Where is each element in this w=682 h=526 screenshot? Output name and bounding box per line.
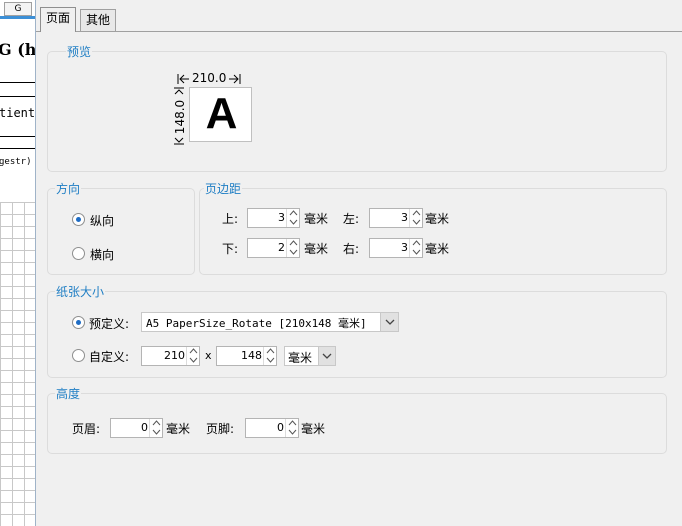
tab-other[interactable]: 其他 [80, 9, 117, 31]
portrait-label[interactable]: 纵向 [90, 212, 114, 229]
margin-left-value[interactable]: 3 [401, 211, 408, 224]
times-sign: x [205, 349, 212, 362]
background-title: G (ho [0, 40, 36, 59]
margins-group: 页边距 上: 3 毫米 左: 3 毫米 下: 2 毫米 右: 3 毫米 [199, 180, 667, 275]
tab-strip: 页面 其他 [36, 0, 682, 32]
chevron-down-icon[interactable] [385, 319, 395, 326]
spin-up-icon[interactable] [289, 239, 298, 247]
spin-up-icon[interactable] [189, 347, 198, 355]
height-group: 高度 页眉: 0 毫米 页脚: 0 毫米 [47, 385, 667, 454]
spinner-arrows[interactable] [286, 209, 299, 227]
spin-up-icon[interactable] [288, 419, 297, 427]
orientation-title: 方向 [55, 180, 82, 197]
spin-down-icon[interactable] [289, 248, 298, 256]
margin-top-spinner[interactable]: 3 [247, 208, 300, 228]
preview-group: 预览 210.0 148.0 A [47, 43, 667, 172]
paper-size-group: 纸张大小 预定义: A5 PaperSize_Rotate [210x148 毫… [47, 283, 667, 378]
margin-bottom-unit: 毫米 [304, 242, 329, 256]
tab-page[interactable]: 页面 [40, 7, 77, 32]
background-small-text: gestr) [0, 157, 32, 167]
margin-bottom-spinner[interactable]: 2 [247, 238, 300, 258]
header-unit: 毫米 [166, 422, 191, 436]
header-height-value[interactable]: 0 [141, 421, 148, 434]
orientation-group: 方向 纵向 横向 [47, 180, 195, 275]
background-accent-bar [0, 16, 35, 19]
background-rule [0, 136, 35, 137]
page-preview: A [189, 87, 252, 142]
unit-value[interactable]: 毫米 [288, 349, 312, 366]
spinner-arrows[interactable] [409, 239, 422, 257]
spin-up-icon[interactable] [289, 209, 298, 217]
margin-left-label: 左: [343, 212, 360, 226]
margin-right-label: 右: [343, 242, 360, 256]
portrait-radio[interactable] [72, 213, 85, 226]
preview-letter: A [205, 89, 238, 138]
margins-title: 页边距 [204, 180, 243, 197]
spin-up-icon[interactable] [152, 419, 161, 427]
unit-select[interactable]: 毫米 [284, 346, 336, 366]
background-rule [0, 148, 35, 149]
spin-down-icon[interactable] [288, 428, 297, 436]
background-rule [0, 82, 35, 83]
margin-left-spinner[interactable]: 3 [369, 208, 423, 228]
page-settings-panel: 预览 210.0 148.0 A 方向 纵向 横向 页边距 上: 3 毫米 左:… [36, 31, 682, 526]
landscape-label[interactable]: 横向 [90, 246, 114, 263]
margin-right-unit: 毫米 [425, 242, 450, 256]
background-document: G G (ho tient gestr) [0, 0, 36, 526]
margin-top-label: 上: [222, 212, 239, 226]
spin-down-icon[interactable] [412, 248, 421, 256]
chevron-down-icon[interactable] [322, 353, 332, 360]
width-label: 210.0 [192, 71, 227, 85]
spinner-arrows[interactable] [186, 347, 199, 365]
margin-top-value[interactable]: 3 [278, 211, 285, 224]
dropdown-button[interactable] [380, 313, 398, 331]
preset-paper-select[interactable]: A5 PaperSize_Rotate [210x148 毫米] [141, 312, 399, 332]
background-grid [0, 202, 35, 526]
preset-radio[interactable] [72, 316, 85, 329]
spin-down-icon[interactable] [289, 218, 298, 226]
custom-width-value[interactable]: 210 [164, 349, 185, 362]
preset-label[interactable]: 预定义: [89, 315, 129, 332]
footer-height-value[interactable]: 0 [277, 421, 284, 434]
spin-down-icon[interactable] [152, 428, 161, 436]
background-text: tient [0, 106, 36, 120]
spin-up-icon[interactable] [266, 347, 275, 355]
spin-up-icon[interactable] [412, 209, 421, 217]
height-label: 148.0 [173, 99, 187, 135]
spinner-arrows[interactable] [409, 209, 422, 227]
spin-down-icon[interactable] [266, 356, 275, 364]
spin-down-icon[interactable] [412, 218, 421, 226]
custom-width-spinner[interactable]: 210 [141, 346, 200, 366]
spin-down-icon[interactable] [189, 356, 198, 364]
margin-bottom-value[interactable]: 2 [278, 241, 285, 254]
spin-up-icon[interactable] [412, 239, 421, 247]
footer-unit: 毫米 [301, 422, 326, 436]
custom-height-spinner[interactable]: 148 [216, 346, 277, 366]
margin-top-unit: 毫米 [304, 212, 329, 226]
preview-title: 预览 [66, 43, 93, 60]
preset-paper-value[interactable]: A5 PaperSize_Rotate [210x148 毫米] [146, 315, 367, 331]
margin-left-unit: 毫米 [425, 212, 450, 226]
dropdown-button[interactable] [318, 347, 335, 365]
footer-label: 页脚: [206, 422, 235, 436]
paper-size-title: 纸张大小 [55, 283, 106, 300]
margin-right-spinner[interactable]: 3 [369, 238, 423, 258]
spinner-arrows[interactable] [285, 419, 298, 437]
background-tab: G [4, 2, 32, 16]
custom-height-value[interactable]: 148 [241, 349, 262, 362]
spinner-arrows[interactable] [263, 347, 276, 365]
custom-label[interactable]: 自定义: [89, 348, 129, 365]
height-title: 高度 [55, 385, 82, 402]
footer-height-spinner[interactable]: 0 [245, 418, 299, 438]
margin-right-value[interactable]: 3 [401, 241, 408, 254]
custom-radio[interactable] [72, 349, 85, 362]
landscape-radio[interactable] [72, 247, 85, 260]
spinner-arrows[interactable] [149, 419, 162, 437]
spinner-arrows[interactable] [286, 239, 299, 257]
header-height-spinner[interactable]: 0 [110, 418, 163, 438]
margin-bottom-label: 下: [222, 242, 239, 256]
header-label: 页眉: [72, 422, 101, 436]
background-rule [0, 96, 35, 97]
